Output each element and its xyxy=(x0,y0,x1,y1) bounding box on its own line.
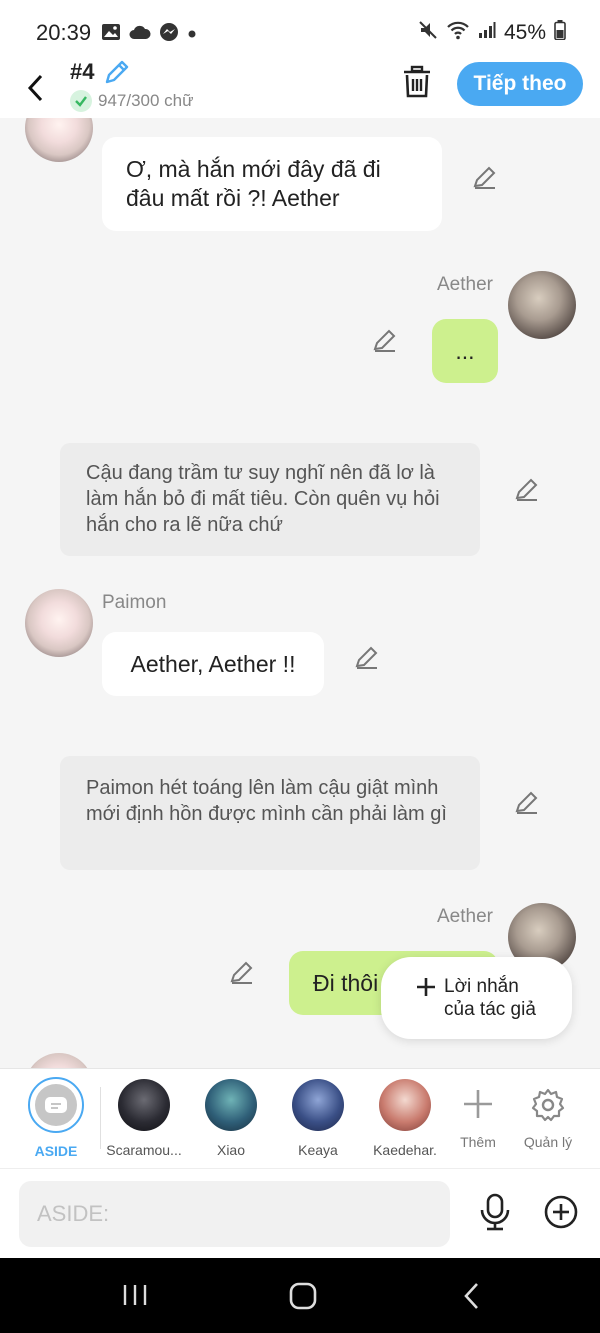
character-keaya[interactable]: Keaya xyxy=(275,1077,361,1158)
narration-block[interactable]: Paimon hét toáng lên làm cậu giật mình m… xyxy=(60,756,480,870)
system-nav-bar xyxy=(0,1258,600,1333)
paimon-avatar[interactable] xyxy=(25,1053,93,1068)
message-text: Đi thôi xyxy=(313,969,379,996)
edit-message-icon[interactable] xyxy=(229,959,255,985)
character-label: Scaramou... xyxy=(106,1142,182,1158)
chat-bubble[interactable]: Aether, Aether !! xyxy=(102,632,324,696)
microphone-icon[interactable] xyxy=(478,1193,512,1236)
input-bar xyxy=(0,1168,600,1259)
messenger-icon xyxy=(159,22,179,47)
character-scaramouche[interactable]: Scaramou... xyxy=(101,1077,187,1158)
check-icon xyxy=(70,90,92,112)
chat-bubble[interactable]: Ơ, mà hắn mới đây đã đi đâu mất rồi ?! A… xyxy=(102,137,442,231)
edit-message-icon[interactable] xyxy=(472,164,498,190)
wifi-icon xyxy=(446,20,470,46)
message-text: ... xyxy=(455,337,475,364)
word-count-text: 947/300 chữ xyxy=(98,91,194,110)
character-aside[interactable]: ASIDE xyxy=(13,1077,99,1159)
author-note-label: Lời nhắn của tác giả xyxy=(444,976,536,1020)
back-button[interactable] xyxy=(20,68,50,108)
narration-block[interactable]: Cậu đang trầm tư suy nghĩ nên đã lơ là l… xyxy=(60,443,480,556)
edit-message-icon[interactable] xyxy=(514,476,540,502)
narration-text: Paimon hét toáng lên làm cậu giật mình m… xyxy=(86,777,447,825)
plus-icon xyxy=(415,976,437,1003)
gallery-icon xyxy=(101,23,121,46)
battery-icon xyxy=(554,20,566,46)
chat-bubble[interactable]: ... xyxy=(432,319,498,383)
paimon-avatar[interactable] xyxy=(25,589,93,657)
speaker-name: Aether xyxy=(437,906,493,927)
home-icon[interactable] xyxy=(289,1282,317,1315)
character-xiao[interactable]: Xiao xyxy=(188,1077,274,1158)
recent-apps-icon[interactable] xyxy=(122,1283,148,1312)
character-label: Keaya xyxy=(298,1142,338,1158)
chapter-number: #4 xyxy=(70,59,95,84)
add-circle-icon[interactable] xyxy=(544,1195,578,1234)
aether-avatar[interactable] xyxy=(508,271,576,339)
next-button[interactable]: Tiếp theo xyxy=(457,62,583,106)
character-label: Xiao xyxy=(216,1142,246,1158)
editor-header: #4 947/300 chữ Tiếp theo xyxy=(0,59,600,118)
back-nav-icon[interactable] xyxy=(462,1282,480,1315)
edit-title-icon[interactable] xyxy=(103,58,131,91)
character-avatar xyxy=(205,1079,257,1131)
word-count: 947/300 chữ xyxy=(70,90,194,112)
trash-icon[interactable] xyxy=(401,65,433,104)
edit-message-icon[interactable] xyxy=(354,644,380,670)
battery-text: 45% xyxy=(503,21,546,44)
character-bar: ASIDE Scaramou... Xiao Keaya Kaedehar. T… xyxy=(0,1068,600,1169)
narration-text: Cậu đang trầm tư suy nghĩ nên đã lơ là l… xyxy=(86,462,440,536)
manage-label: Quản lý xyxy=(523,1134,573,1150)
gear-icon xyxy=(531,1088,565,1122)
edit-message-icon[interactable] xyxy=(514,789,540,815)
signal-icon xyxy=(478,21,496,45)
plus-icon xyxy=(464,1090,492,1118)
character-avatar xyxy=(118,1079,170,1131)
status-time: 20:39 xyxy=(36,20,92,45)
message-input[interactable] xyxy=(19,1181,450,1247)
character-label: ASIDE xyxy=(34,1143,78,1159)
edit-message-icon[interactable] xyxy=(372,327,398,353)
paimon-avatar[interactable] xyxy=(25,118,93,162)
chat-area[interactable]: Ơ, mà hắn mới đây đã đi đâu mất rồi ?! A… xyxy=(0,118,600,1068)
status-bar: 20:39 45% xyxy=(0,0,600,62)
speaker-name: Paimon xyxy=(102,592,167,613)
speaker-name: Aether xyxy=(437,274,493,295)
chat-bubble-icon xyxy=(45,1097,67,1113)
mute-icon xyxy=(418,20,438,46)
character-avatar xyxy=(292,1079,344,1131)
author-note-button[interactable]: Lời nhắn của tác giả xyxy=(381,957,572,1039)
cloud-icon xyxy=(129,24,151,45)
manage-button[interactable]: Quản lý xyxy=(505,1077,591,1150)
chevron-left-icon xyxy=(27,74,43,102)
dot-icon xyxy=(187,26,197,44)
character-avatar xyxy=(379,1079,431,1131)
message-text: Ơ, mà hắn mới đây đã đi đâu mất rồi ?! A… xyxy=(126,156,381,211)
message-text: Aether, Aether !! xyxy=(130,650,296,677)
